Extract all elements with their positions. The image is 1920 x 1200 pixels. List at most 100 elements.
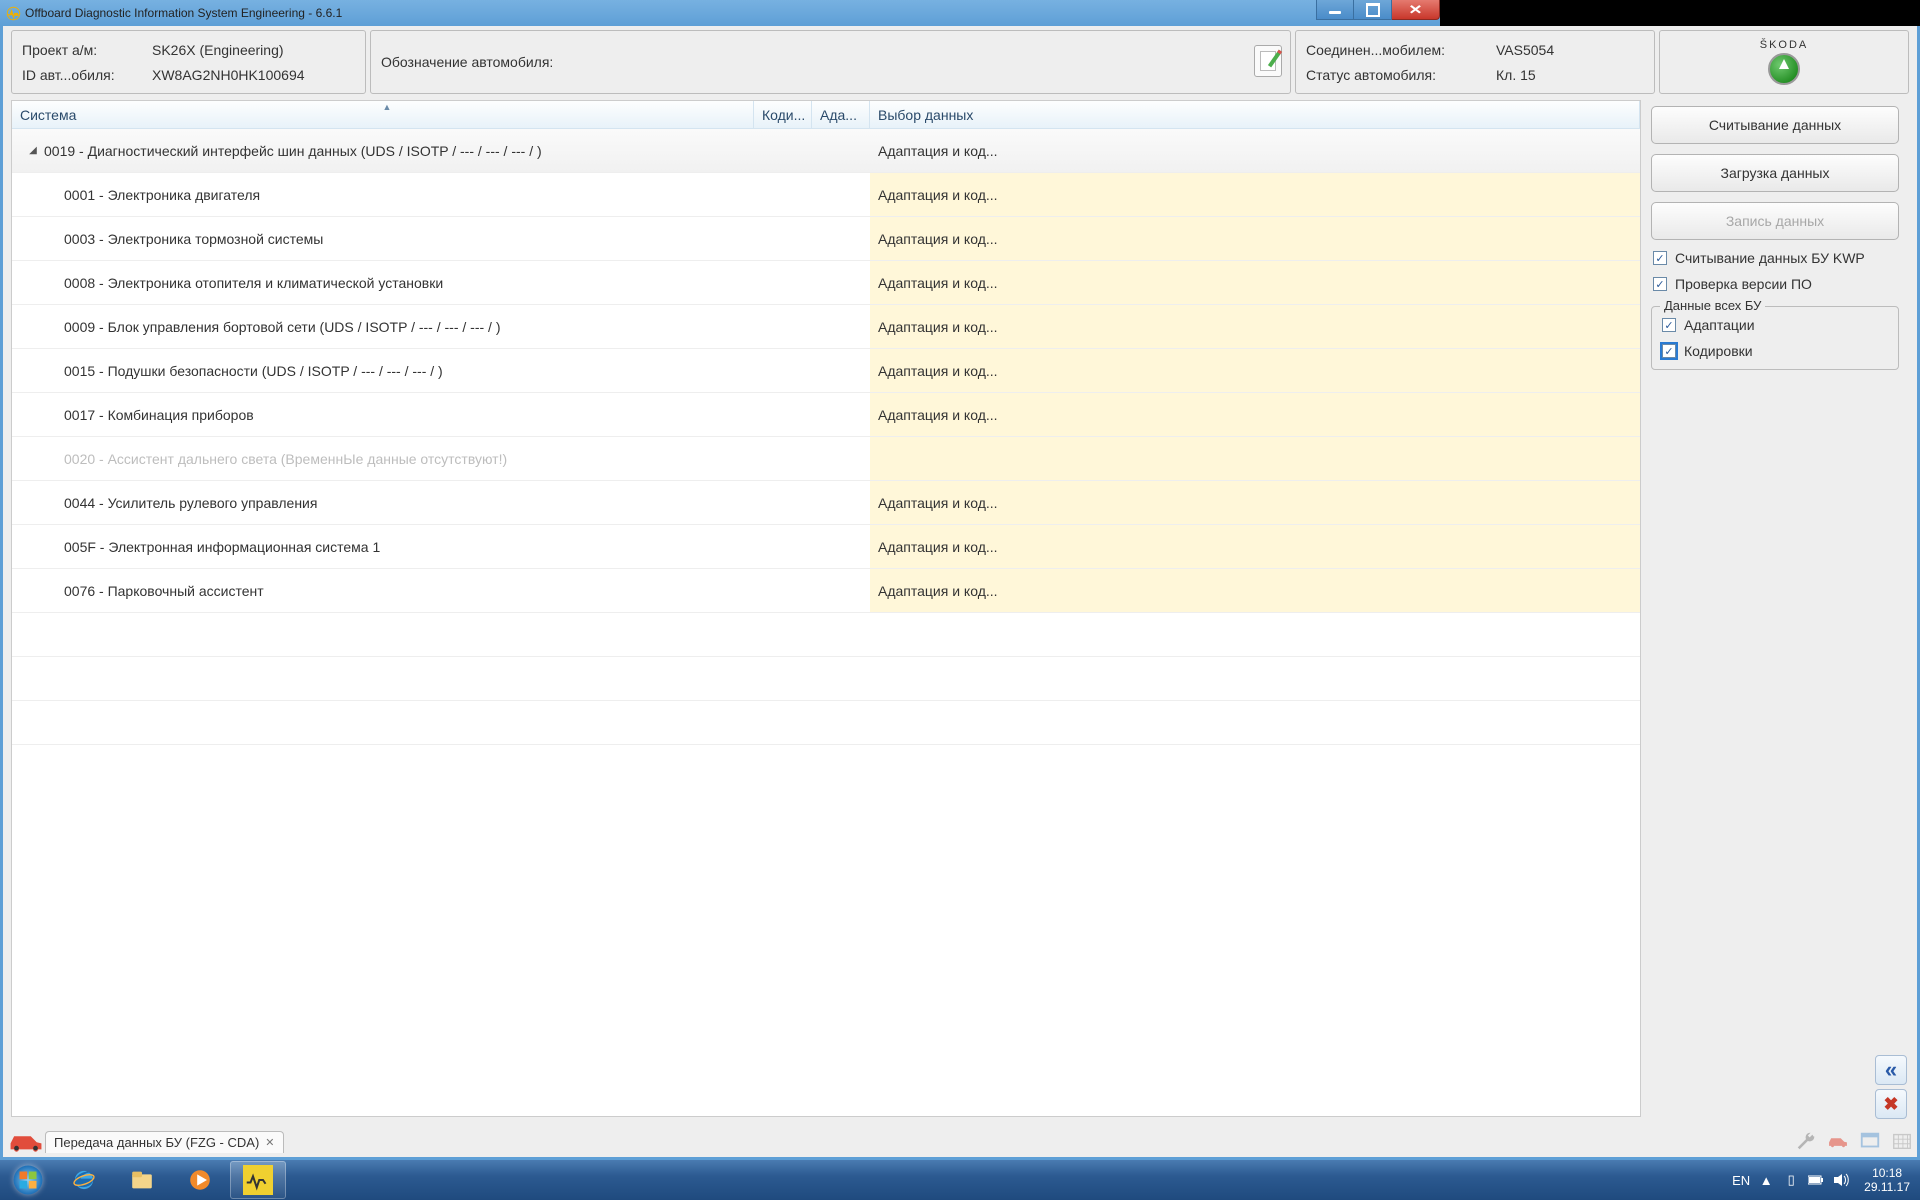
- project-info-box: Проект а/м:SK26X (Engineering) ID авт...…: [11, 30, 366, 94]
- data-cell: Адаптация и код...: [870, 173, 1640, 216]
- vin-value: XW8AG2NH0HK100694: [140, 67, 355, 83]
- bottom-tab[interactable]: Передача данных БУ (FZG - CDA) ✕: [45, 1131, 284, 1153]
- car-icon[interactable]: [7, 1129, 45, 1153]
- adapt-cell: [812, 261, 870, 304]
- taskbar-explorer[interactable]: [114, 1161, 170, 1199]
- table-row: [12, 657, 1640, 701]
- system-cell: 0003 - Электроника тормозной системы: [12, 217, 754, 260]
- calendar-icon[interactable]: [1891, 1130, 1913, 1152]
- adapt-checkbox[interactable]: [1662, 318, 1676, 332]
- all-ecu-group: Данные всех БУ Адаптации Кодировки: [1651, 306, 1899, 370]
- coding-cell: [754, 261, 812, 304]
- vehicle-status-value: Кл. 15: [1484, 67, 1644, 83]
- col-header-coding[interactable]: Коди...: [754, 101, 812, 128]
- start-button[interactable]: [2, 1161, 54, 1199]
- version-label: Проверка версии ПО: [1675, 276, 1812, 292]
- vehicle-status-label: Статус автомобиля:: [1306, 67, 1436, 83]
- col-header-data[interactable]: Выбор данных: [870, 101, 1640, 128]
- data-cell: Адаптация и код...: [870, 393, 1640, 436]
- window-title: Offboard Diagnostic Information System E…: [25, 6, 342, 20]
- adapt-cell: [812, 525, 870, 568]
- coding-checkbox[interactable]: [1662, 344, 1676, 358]
- window-icon[interactable]: [1859, 1130, 1881, 1152]
- adapt-cell: [812, 349, 870, 392]
- tray-flag-icon[interactable]: ▲: [1758, 1172, 1774, 1188]
- systems-grid: Система▲ Коди... Ада... Выбор данных ◢00…: [11, 100, 1641, 1117]
- table-row[interactable]: 0008 - Электроника отопителя и климатиче…: [12, 261, 1640, 305]
- table-row[interactable]: 0003 - Электроника тормозной системы Адап…: [12, 217, 1640, 261]
- back-button[interactable]: [1875, 1055, 1907, 1085]
- adapt-label: Адаптации: [1684, 317, 1755, 333]
- brand-logo-icon: [1768, 53, 1800, 85]
- table-row[interactable]: 0015 - Подушки безопасности (UDS / ISOTP…: [12, 349, 1640, 393]
- connection-info-box: Соединен...мобилем:VAS5054 Статус автомо…: [1295, 30, 1655, 94]
- stop-button[interactable]: [1875, 1089, 1907, 1119]
- col-header-adapt[interactable]: Ада...: [812, 101, 870, 128]
- table-row: [12, 701, 1640, 745]
- table-row[interactable]: 0017 - Комбинация приборов Адаптация и ко…: [12, 393, 1640, 437]
- table-row[interactable]: 0009 - Блок управления бортовой сети (UD…: [12, 305, 1640, 349]
- grid-header-row: Система▲ Коди... Ада... Выбор данных: [12, 101, 1640, 129]
- taskbar-ie[interactable]: [56, 1161, 112, 1199]
- table-row[interactable]: 0001 - Электроника двигателя Адаптация и …: [12, 173, 1640, 217]
- coding-cell: [754, 569, 812, 612]
- taskbar-odis[interactable]: [230, 1161, 286, 1199]
- system-cell: 0001 - Электроника двигателя: [12, 173, 754, 216]
- adapt-cell: [812, 393, 870, 436]
- data-cell: Адаптация и код...: [870, 349, 1640, 392]
- system-cell: 0017 - Комбинация приборов: [12, 393, 754, 436]
- tab-close-icon[interactable]: ✕: [265, 1136, 274, 1149]
- table-row: [12, 613, 1640, 657]
- vehicle-designation-label: Обозначение автомобиля:: [381, 54, 553, 70]
- version-checkbox[interactable]: [1653, 277, 1667, 291]
- table-row[interactable]: 005F - Электронная информационная систем…: [12, 525, 1640, 569]
- data-cell: [870, 437, 1640, 480]
- adapt-cell: [812, 437, 870, 480]
- data-cell: Адаптация и код...: [870, 217, 1640, 260]
- adapt-cell: [812, 481, 870, 524]
- tray-doc-icon[interactable]: ▯: [1783, 1172, 1799, 1188]
- car-small-icon[interactable]: [1827, 1130, 1849, 1152]
- wrench-icon[interactable]: [1795, 1130, 1817, 1152]
- table-row[interactable]: 0044 - Усилитель рулевого управленияАдап…: [12, 481, 1640, 525]
- adapt-cell: [812, 569, 870, 612]
- coding-cell: [754, 217, 812, 260]
- notes-icon[interactable]: [1254, 45, 1282, 77]
- maximize-button[interactable]: [1354, 0, 1392, 20]
- system-cell: 005F - Электронная информационная систем…: [12, 525, 754, 568]
- table-row[interactable]: 0076 - Парковочный ассистентАдаптация и …: [12, 569, 1640, 613]
- app-icon: [6, 6, 21, 21]
- table-row[interactable]: ◢0019 - Диагностический интерфейс шин да…: [12, 129, 1640, 173]
- brand-label: ŠKODA: [1760, 39, 1809, 51]
- taskbar-media[interactable]: [172, 1161, 228, 1199]
- read-data-button[interactable]: Считывание данных: [1651, 106, 1899, 144]
- load-data-button[interactable]: Загрузка данных: [1651, 154, 1899, 192]
- data-cell: Адаптация и код...: [870, 261, 1640, 304]
- tray-lang[interactable]: EN: [1733, 1172, 1749, 1188]
- coding-cell: [754, 305, 812, 348]
- coding-cell: [754, 437, 812, 480]
- tray-time: 10:18: [1864, 1166, 1910, 1180]
- table-row[interactable]: 0020 - Ассистент дальнего света (Временн…: [12, 437, 1640, 481]
- project-value: SK26X (Engineering): [140, 42, 355, 58]
- tray-clock[interactable]: 10:18 29.11.17: [1858, 1166, 1916, 1195]
- tray-sound-icon[interactable]: [1833, 1172, 1849, 1188]
- sort-asc-icon: ▲: [383, 102, 392, 112]
- tray-battery-icon[interactable]: [1808, 1172, 1824, 1188]
- connection-value: VAS5054: [1484, 42, 1644, 58]
- minimize-button[interactable]: [1316, 0, 1354, 20]
- adapt-cell: [812, 217, 870, 260]
- kwp-checkbox[interactable]: [1653, 251, 1667, 265]
- coding-cell: [754, 481, 812, 524]
- write-data-button[interactable]: Запись данных: [1651, 202, 1899, 240]
- system-cell: 0044 - Усилитель рулевого управления: [12, 481, 754, 524]
- col-header-system[interactable]: Система▲: [12, 101, 754, 128]
- system-cell: 0076 - Парковочный ассистент: [12, 569, 754, 612]
- vehicle-designation-box: Обозначение автомобиля:: [370, 30, 1291, 94]
- close-button[interactable]: [1392, 0, 1440, 20]
- coding-cell: [754, 129, 812, 172]
- bottom-tab-label: Передача данных БУ (FZG - CDA): [54, 1135, 259, 1150]
- tree-toggle-icon[interactable]: ◢: [28, 145, 38, 156]
- tray-date: 29.11.17: [1864, 1180, 1910, 1194]
- adapt-cell: [812, 173, 870, 216]
